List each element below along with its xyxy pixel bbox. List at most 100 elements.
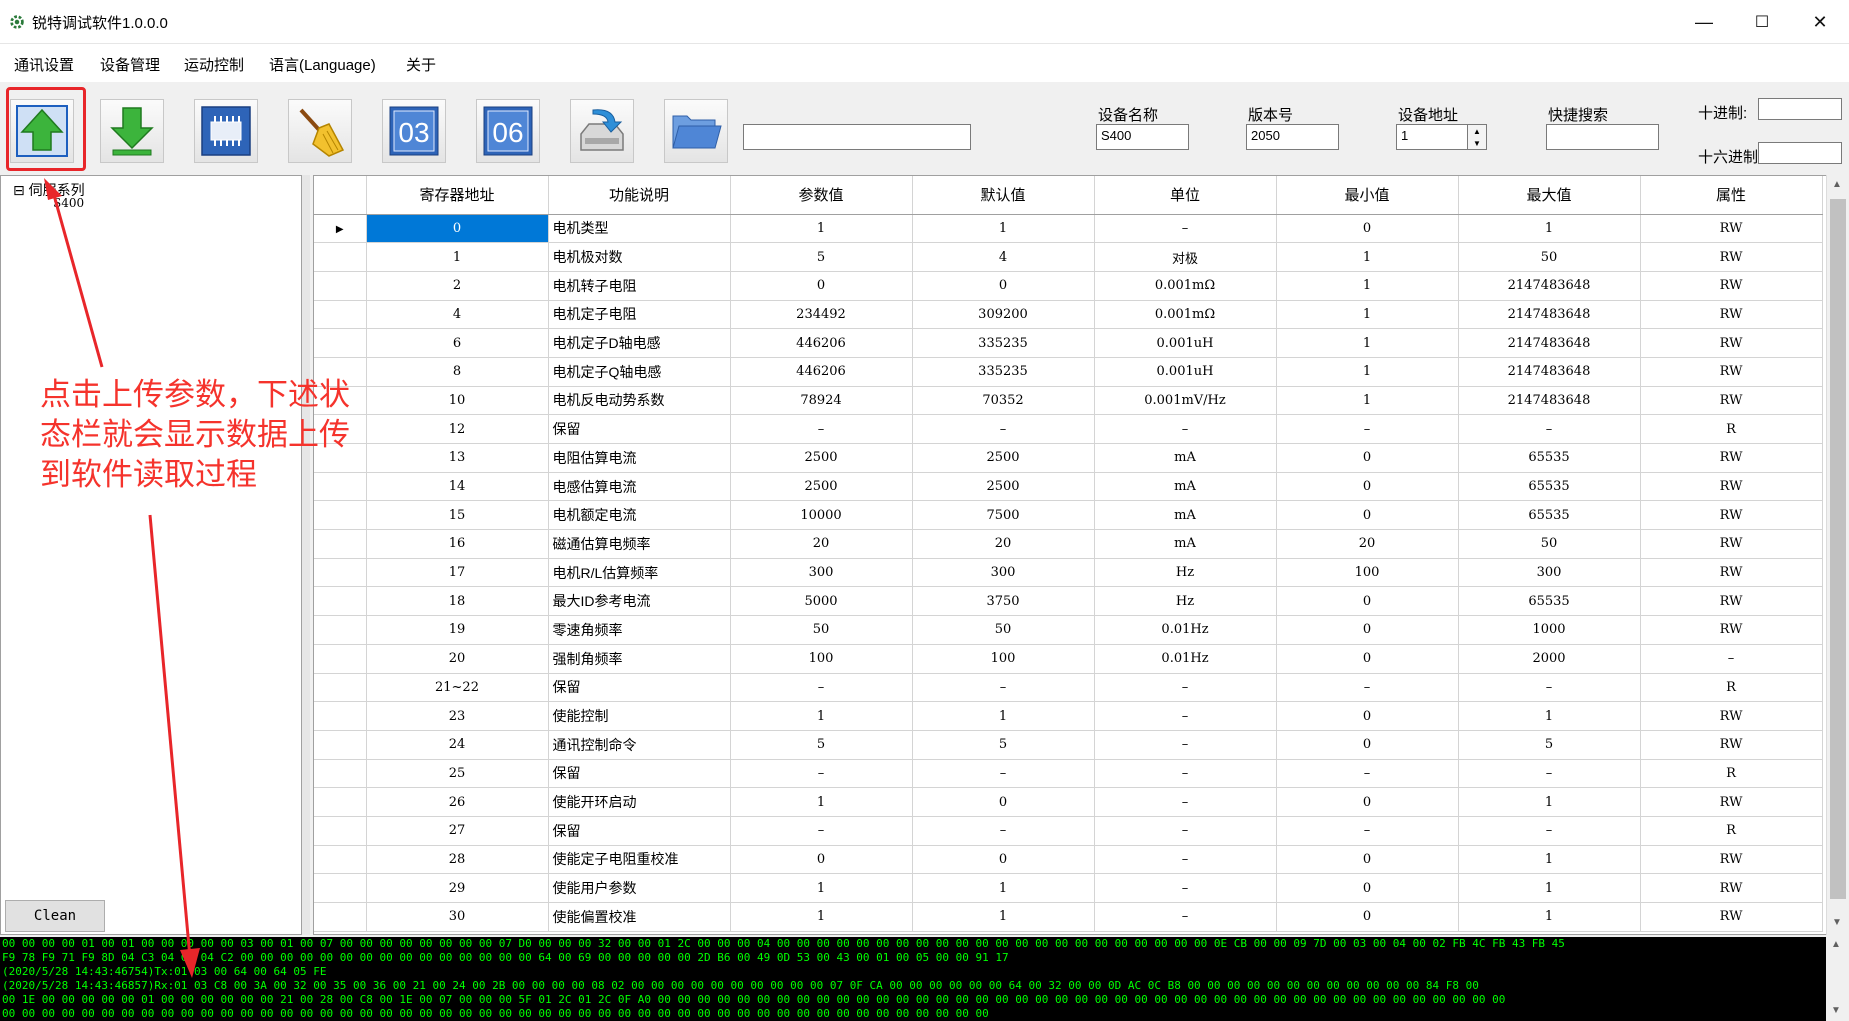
tree-item-s400[interactable]: S400	[53, 196, 84, 210]
table-cell[interactable]: 28	[366, 845, 549, 875]
table-cell[interactable]: 1	[730, 902, 913, 932]
table-cell[interactable]: 0	[1276, 214, 1459, 244]
table-cell[interactable]: 1	[1458, 701, 1641, 731]
file-path-input[interactable]	[743, 124, 971, 150]
table-row[interactable]: ▶ 0 电机类型 1 1–0 1 RW	[314, 214, 1823, 244]
table-cell[interactable]: 18	[366, 586, 549, 617]
table-cell[interactable]: 5	[912, 730, 1095, 760]
table-cell[interactable]: 2147483648	[1458, 386, 1641, 416]
table-cell[interactable]: –	[1640, 644, 1823, 674]
table-cell[interactable]: 0	[1276, 586, 1459, 617]
table-cell[interactable]: 1	[730, 701, 913, 731]
table-cell[interactable]: 309200	[912, 300, 1095, 330]
row-header[interactable]	[314, 816, 367, 846]
table-cell[interactable]: –	[1458, 759, 1641, 789]
table-cell[interactable]: 电机R/L估算频率	[548, 558, 731, 588]
table-cell[interactable]: 电机定子D轴电感	[548, 328, 731, 358]
table-cell[interactable]: 2147483648	[1458, 300, 1641, 330]
table-cell[interactable]: RW	[1640, 902, 1823, 932]
table-cell[interactable]: 3750	[912, 586, 1095, 617]
table-cell[interactable]: 通讯控制命令	[548, 730, 731, 760]
table-cell[interactable]: 2147483648	[1458, 328, 1641, 358]
open-folder-button[interactable]	[664, 99, 728, 163]
table-cell[interactable]: 1	[1276, 242, 1459, 272]
table-cell[interactable]: 0	[1276, 500, 1459, 531]
table-cell[interactable]: –	[1094, 759, 1277, 789]
table-cell[interactable]: –	[1276, 673, 1459, 703]
table-cell[interactable]: 使能控制	[548, 701, 731, 731]
table-cell[interactable]: 30	[366, 902, 549, 932]
table-cell[interactable]: RW	[1640, 300, 1823, 330]
row-header[interactable]	[314, 873, 367, 903]
table-cell[interactable]: 0	[1276, 902, 1459, 932]
table-cell[interactable]: 13	[366, 443, 549, 473]
table-cell[interactable]: 1	[1458, 214, 1641, 244]
table-cell[interactable]: 电机定子Q轴电感	[548, 357, 731, 387]
table-cell[interactable]: 1	[730, 214, 913, 244]
table-cell[interactable]: 65535	[1458, 472, 1641, 502]
table-cell[interactable]: 10000	[730, 500, 913, 531]
table-cell[interactable]: –	[1094, 816, 1277, 846]
table-cell[interactable]: –	[1094, 845, 1277, 875]
table-cell[interactable]: 磁通估算电频率	[548, 529, 731, 559]
row-header[interactable]	[314, 730, 367, 760]
table-cell[interactable]: 2500	[912, 443, 1095, 473]
table-cell[interactable]: 1	[730, 873, 913, 903]
row-header[interactable]	[314, 586, 367, 617]
comm-log-console[interactable]: 00 00 00 00 01 00 01 00 00 00 00 00 03 0…	[0, 937, 1826, 1021]
grid-scroll-thumb[interactable]	[1830, 199, 1846, 899]
menu-motion-control[interactable]: 运动控制	[184, 54, 244, 75]
table-cell[interactable]: 0	[1276, 701, 1459, 731]
table-cell[interactable]: 1	[912, 873, 1095, 903]
table-cell[interactable]: 20	[366, 644, 549, 674]
table-row[interactable]: 25 保留 – – – – – R	[314, 759, 1823, 789]
table-cell[interactable]: 78924	[730, 386, 913, 416]
table-cell[interactable]: RW	[1640, 701, 1823, 731]
table-cell[interactable]: 100	[912, 644, 1095, 674]
table-cell[interactable]: 0	[730, 845, 913, 875]
table-cell[interactable]: 1	[912, 902, 1095, 932]
menu-language[interactable]: 语言(Language)	[269, 54, 376, 75]
table-cell[interactable]: RW	[1640, 328, 1823, 358]
row-header[interactable]	[314, 615, 367, 645]
table-cell[interactable]: –	[1276, 414, 1459, 444]
column-header[interactable]: 最大值	[1458, 176, 1641, 215]
row-header[interactable]	[314, 242, 367, 272]
device-name-input[interactable]: S400	[1096, 124, 1189, 150]
table-cell[interactable]: 50	[730, 615, 913, 645]
table-cell[interactable]: 使能开环启动	[548, 787, 731, 817]
grid-scrollbar[interactable]: ▲ ▼	[1826, 175, 1849, 935]
table-cell[interactable]: R	[1640, 759, 1823, 789]
table-cell[interactable]: 14	[366, 472, 549, 502]
version-input[interactable]: 2050	[1246, 124, 1339, 150]
table-cell[interactable]: 0.001uH	[1094, 357, 1277, 387]
table-cell[interactable]: –	[1276, 816, 1459, 846]
console-scroll-up-icon[interactable]: ▲	[1831, 939, 1841, 950]
table-cell[interactable]: –	[1094, 902, 1277, 932]
table-cell[interactable]: R	[1640, 414, 1823, 444]
table-row[interactable]: 8 电机定子Q轴电感 446206 335235 0.001uH 1 2147483648 R…	[314, 357, 1823, 387]
table-cell[interactable]: 电机额定电流	[548, 500, 731, 531]
table-cell[interactable]: 强制角频率	[548, 644, 731, 674]
table-cell[interactable]: RW	[1640, 443, 1823, 473]
table-cell[interactable]: 1	[1458, 787, 1641, 817]
table-cell[interactable]: 446206	[730, 328, 913, 358]
table-cell[interactable]: 20	[730, 529, 913, 559]
table-cell[interactable]: R	[1640, 673, 1823, 703]
table-cell[interactable]: RW	[1640, 873, 1823, 903]
table-row[interactable]: 6 电机定子D轴电感 446206 335235 0.001uH 1 2147483648 R…	[314, 328, 1823, 358]
table-cell[interactable]: 65535	[1458, 586, 1641, 617]
table-cell[interactable]: 15	[366, 500, 549, 531]
clear-button[interactable]	[288, 99, 352, 163]
table-cell[interactable]: 使能定子电阻重校准	[548, 845, 731, 875]
row-header[interactable]	[314, 787, 367, 817]
column-header[interactable]: 寄存器地址	[366, 176, 549, 215]
table-cell[interactable]: 12	[366, 414, 549, 444]
table-cell[interactable]: 16	[366, 529, 549, 559]
table-cell[interactable]: 4	[912, 242, 1095, 272]
table-cell[interactable]: 零速角频率	[548, 615, 731, 645]
table-cell[interactable]: 300	[912, 558, 1095, 588]
table-cell[interactable]: RW	[1640, 586, 1823, 617]
table-cell[interactable]: RW	[1640, 787, 1823, 817]
table-cell[interactable]: 2147483648	[1458, 357, 1641, 387]
